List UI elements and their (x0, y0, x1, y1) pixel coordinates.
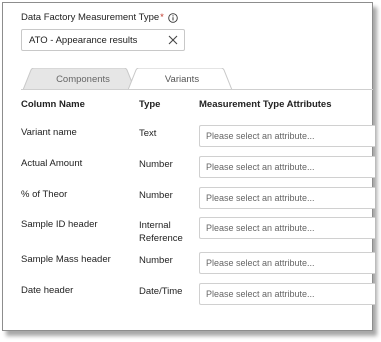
row-column-name: Sample Mass header (21, 254, 111, 265)
tab-bar: Components Variants (21, 68, 381, 90)
measurement-type-select[interactable]: ATO - Appearance results (21, 29, 185, 51)
row-type: Number (139, 190, 173, 201)
close-icon[interactable] (168, 35, 178, 45)
row-type-line2: Reference (139, 233, 183, 244)
tab-variants-label: Variants (164, 73, 200, 85)
column-header-attributes: Measurement Type Attributes (199, 99, 332, 110)
row-type: Date/Time (139, 286, 183, 297)
info-icon[interactable] (168, 12, 178, 23)
attribute-select[interactable]: Please select an attribute... (199, 125, 375, 147)
measurement-type-label: Data Factory Measurement Type * (21, 12, 178, 23)
tab-divider (21, 89, 373, 90)
attribute-select[interactable]: Please select an attribute... (199, 252, 375, 274)
row-column-name: Sample ID header (21, 219, 98, 230)
attribute-select[interactable]: Please select an attribute... (199, 217, 375, 239)
measurement-type-value: ATO - Appearance results (29, 34, 138, 46)
tab-variants[interactable]: Variants (128, 68, 236, 90)
tab-components-label: Components (56, 73, 110, 85)
row-type-line1: Internal (139, 220, 171, 231)
attribute-select[interactable]: Please select an attribute... (199, 187, 375, 209)
row-column-name: Date header (21, 285, 74, 296)
row-column-name: % of Theor (21, 189, 68, 200)
row-column-name: Variant name (21, 127, 77, 138)
row-type: Number (139, 255, 173, 266)
required-marker: * (160, 12, 164, 23)
column-header-name: Column Name (21, 99, 85, 110)
attribute-select[interactable]: Please select an attribute... (199, 283, 375, 305)
tab-components[interactable]: Components (23, 68, 143, 90)
attribute-select[interactable]: Please select an attribute... (199, 156, 375, 178)
row-type: Text (139, 128, 157, 139)
row-type: Internal Reference (139, 219, 183, 245)
column-header-type: Type (139, 99, 161, 110)
row-column-name: Actual Amount (21, 158, 83, 169)
row-type: Number (139, 159, 173, 170)
measurement-type-label-text: Data Factory Measurement Type (21, 12, 160, 23)
